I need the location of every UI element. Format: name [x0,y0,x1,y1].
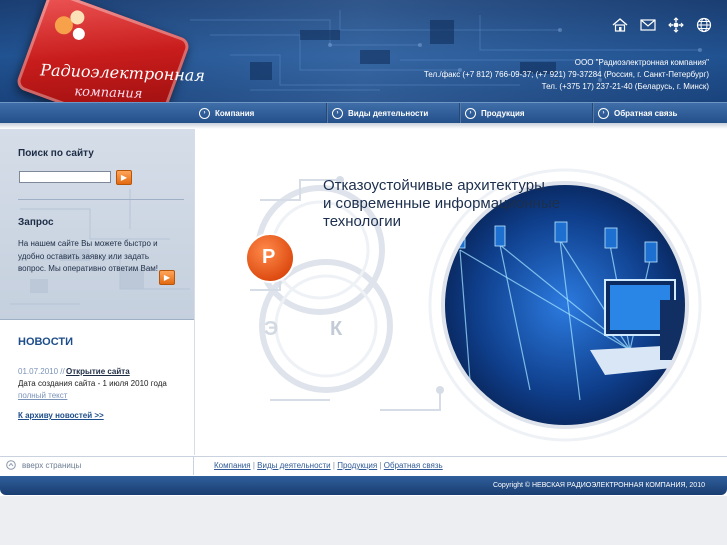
chevron-right-icon: › [465,107,476,119]
news-title: НОВОСТИ [18,336,74,348]
home-icon[interactable] [611,16,629,34]
hero-line: и современные информационные [323,195,561,212]
news-text: Дата создания сайта - 1 июля 2010 года [18,379,167,388]
back-to-top-link[interactable]: вверх страницы [6,460,81,470]
news-headline-link[interactable]: Открытие сайта [66,367,130,376]
footer-separator: | [379,461,382,470]
news-archive-link[interactable]: К архиву новостей >> [18,411,104,420]
nav-item-products[interactable]: › Продукция [465,103,525,123]
chevron-right-icon: › [598,107,609,119]
mail-icon[interactable] [639,16,657,34]
nav-divider [459,103,461,123]
arrow-right-icon: ▶ [120,173,128,182]
logo-text: Радиоэлектронная [39,60,206,86]
search-button[interactable]: ▶ [116,170,132,185]
footer-link-activities[interactable]: Виды деятельности [257,461,331,470]
search-input[interactable] [19,171,111,183]
header-contacts: ООО "Радиоэлектронная компания" Тел./фак… [424,57,709,93]
nav-divider [592,103,594,123]
hero-line: Отказоустойчивые архитектуры [323,177,545,194]
sitemap-icon[interactable] [667,16,685,34]
search-title: Поиск по сайту [18,148,94,159]
footer-link-products[interactable]: Продукция [337,461,377,470]
chevron-right-icon: › [332,107,343,119]
nav-item-label: Продукция [481,108,525,118]
nav-item-feedback[interactable]: › Обратная связь [598,103,677,123]
hero-line: технологии [323,213,402,230]
company-name: ООО "Радиоэлектронная компания" [574,58,709,67]
footer-separator: | [332,461,335,470]
arrow-right-icon: ▶ [163,273,171,282]
nav-item-label: Виды деятельности [348,108,429,118]
header-icons [611,16,713,34]
footer-separator: | [252,461,255,470]
back-to-top-label: вверх страницы [22,460,82,470]
phone-spb: Тел./факс (+7 812) 766-09-37; (+7 921) 7… [423,70,709,79]
request-text: На нашем сайте Вы можете быстро и удобно… [18,239,158,273]
nav-item-activities[interactable]: › Виды деятельности [332,103,428,123]
chevron-right-icon: › [199,107,210,119]
site-header: Радиоэлектронная компания ООО "Радиоэлек… [0,0,727,102]
page-bottom [0,496,727,545]
news-more-link[interactable]: полный текст [18,391,67,400]
letter-e: Э [264,318,279,340]
footer-link-feedback[interactable]: Обратная связь [384,461,443,470]
sidebar-divider [18,199,184,200]
news-date: 01.07.2010 // [18,367,65,376]
globe-icon[interactable] [695,16,713,34]
footer-divider [193,456,194,475]
letter-k: К [330,318,343,340]
hero-headline: Отказоустойчивые архитектуры и современн… [323,177,623,231]
page: Радиоэлектронная компания ООО "Радиоэлек… [0,0,727,545]
footer-link-company[interactable]: Компания [214,461,251,470]
logo-dot [71,26,87,42]
request-button[interactable]: ▶ [159,270,175,285]
phone-minsk: Тел. (+375 17) 237-21-40 (Беларусь, г. М… [541,82,709,91]
logo-text: компания [74,84,143,102]
copyright: Copyright © НЕВСКАЯ РАДИОЭЛЕКТРОННАЯ КОМ… [492,482,705,489]
nav-divider [326,103,328,123]
nav-item-company[interactable]: › Компания [199,103,254,123]
nav-item-label: Компания [215,108,255,118]
request-title: Запрос [18,217,54,228]
arrow-up-icon [6,460,16,470]
main-nav: › Компания › Виды деятельности › Продукц… [0,102,727,124]
nav-item-label: Обратная связь [614,108,678,118]
letter-r: Р [262,246,276,268]
footer-links: Компания | Виды деятельности | Продукция… [214,461,443,470]
